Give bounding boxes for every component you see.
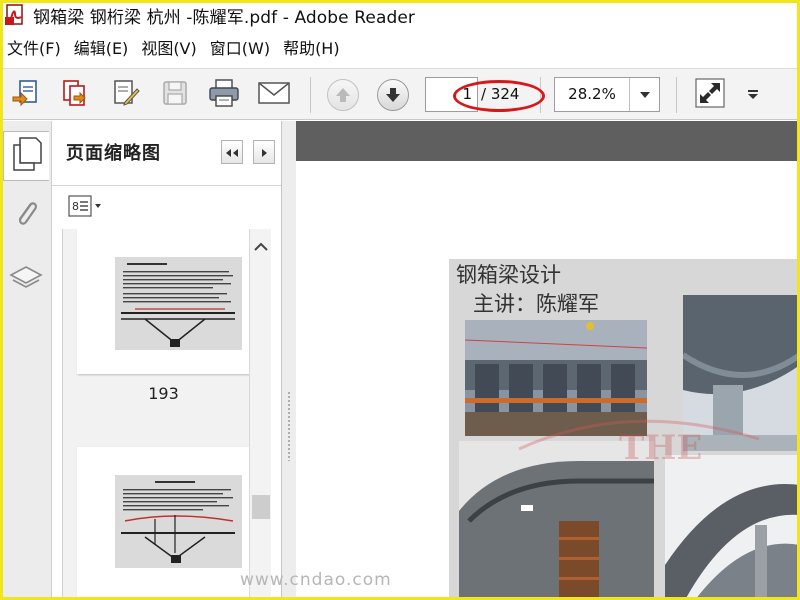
grip-dots (287, 391, 291, 461)
svg-text:THE: THE (619, 428, 702, 468)
save-icon (160, 78, 190, 112)
panel-resize-handle[interactable] (282, 121, 296, 600)
toolbar-separator (676, 77, 677, 113)
email-button[interactable] (256, 77, 292, 113)
title-bar: 钢箱梁 钢桁梁 杭州 -陈耀军.pdf - Adobe Reader (0, 0, 800, 30)
combine-files-icon (59, 78, 89, 112)
scroll-up-arrow-icon[interactable] (254, 237, 268, 256)
zoom-select[interactable]: 28.2% (554, 77, 660, 112)
layers-icon (9, 265, 43, 299)
layers-tab[interactable] (9, 265, 43, 299)
panel-divider (52, 185, 281, 186)
toolbar-separator (310, 77, 311, 113)
pdf-page: 钢箱梁设计 主讲：陈耀军 THE (296, 161, 800, 600)
toolbar-overflow-button[interactable] (738, 77, 768, 113)
page-thumbnail[interactable] (77, 447, 249, 600)
edit-document-icon (111, 78, 141, 112)
menu-view[interactable]: 视图(V) (135, 34, 203, 64)
adobe-reader-icon (5, 4, 27, 26)
chevron-right-icon (259, 143, 269, 162)
combine-files-button[interactable] (56, 77, 92, 113)
scrollbar-thumb[interactable] (252, 495, 270, 519)
toolbar (0, 68, 800, 120)
logo-watermark: THE (518, 419, 760, 468)
expand-panel-button[interactable] (253, 140, 275, 164)
thumbnail-page-number: 193 (148, 384, 179, 403)
slide-content: 钢箱梁设计 主讲：陈耀军 THE (449, 259, 800, 600)
edit-document-button[interactable] (108, 77, 144, 113)
arrow-up-icon (327, 79, 359, 111)
chevron-down-icon[interactable] (629, 78, 659, 111)
menu-window[interactable]: 窗口(W) (204, 34, 277, 64)
arrow-down-icon (377, 79, 409, 111)
menu-bar: 文件(F) 编辑(E) 视图(V) 窗口(W) 帮助(H) (0, 34, 800, 64)
highlight-annotation (453, 80, 545, 112)
expand-icon (695, 78, 725, 112)
save-button[interactable] (157, 77, 193, 113)
slide-subtitle: 主讲：陈耀军 (473, 292, 599, 316)
previous-page-button[interactable] (325, 77, 361, 113)
menu-help[interactable]: 帮助(H) (277, 34, 347, 64)
paperclip-icon (13, 198, 39, 236)
create-pdf-button[interactable] (8, 77, 44, 113)
page-thumbnails-tab[interactable] (3, 131, 49, 181)
caret-down-icon (746, 86, 760, 105)
thumbnail-image (115, 257, 242, 350)
navigation-rail (0, 121, 52, 600)
page-thumbnail[interactable] (77, 229, 249, 374)
thumbnails-panel: 页面缩略图 8 193 (52, 121, 282, 600)
zoom-value[interactable]: 28.2% (555, 78, 629, 111)
menu-file[interactable]: 文件(F) (0, 34, 68, 64)
options-list-icon: 8 (68, 194, 104, 222)
envelope-icon (257, 80, 291, 110)
collapse-panel-button[interactable] (221, 140, 243, 164)
site-watermark: www.cndao.com (240, 570, 392, 590)
menu-edit[interactable]: 编辑(E) (68, 34, 136, 64)
thumbnail-list[interactable]: 193 (62, 229, 249, 600)
thumbnail-scrollbar[interactable] (249, 229, 271, 600)
svg-text:8: 8 (72, 200, 79, 213)
thumbnail-options-button[interactable]: 8 (68, 195, 106, 221)
full-screen-button[interactable] (692, 77, 728, 113)
document-view[interactable]: 钢箱梁设计 主讲：陈耀军 THE (296, 121, 800, 600)
window-title: 钢箱梁 钢桁梁 杭州 -陈耀军.pdf - Adobe Reader (33, 7, 415, 28)
thumbnail-image (115, 475, 242, 568)
create-pdf-icon (11, 78, 41, 112)
panel-title: 页面缩略图 (66, 143, 161, 164)
printer-icon (208, 78, 240, 112)
next-page-button[interactable] (375, 77, 411, 113)
slide-title: 钢箱梁设计 (456, 263, 561, 287)
pages-icon (12, 137, 42, 175)
attachments-tab[interactable] (10, 201, 42, 233)
double-chevron-left-icon (225, 143, 239, 162)
print-button[interactable] (206, 77, 242, 113)
